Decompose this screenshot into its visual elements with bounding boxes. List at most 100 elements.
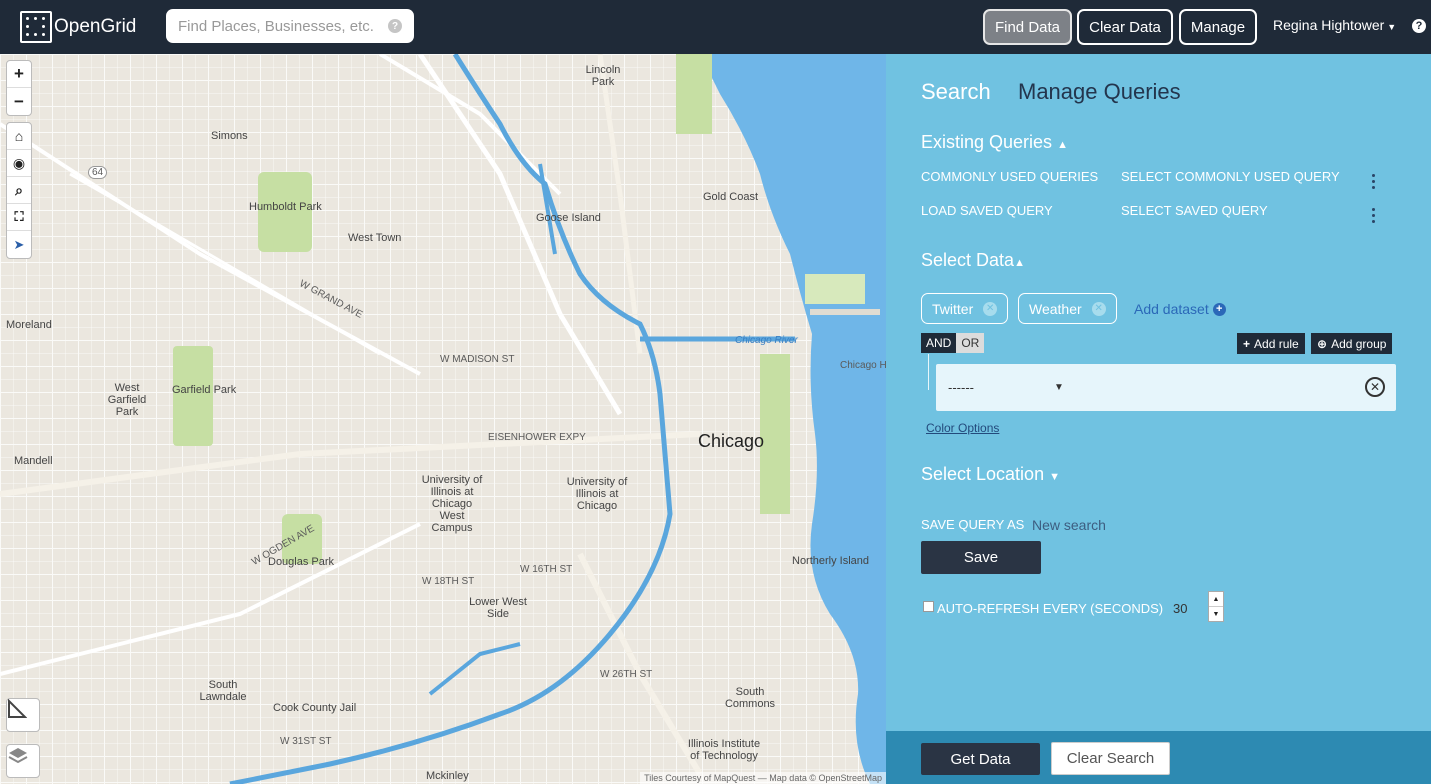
- zoom-out-button[interactable]: −: [7, 88, 31, 115]
- zoom-box-icon[interactable]: ⌕: [7, 177, 31, 204]
- manage-button[interactable]: Manage: [1179, 9, 1257, 45]
- or-button[interactable]: OR: [956, 333, 985, 353]
- measure-icon[interactable]: [6, 698, 40, 732]
- locate-icon[interactable]: ◉: [7, 150, 31, 177]
- auto-refresh-checkbox[interactable]: [923, 601, 934, 612]
- get-data-button[interactable]: Get Data: [921, 743, 1040, 775]
- add-dataset-label: Add dataset: [1134, 301, 1209, 317]
- map-label-goose-island: Goose Island: [536, 212, 601, 224]
- stepper-up-icon[interactable]: ▲: [1209, 592, 1223, 607]
- map-label-lower-west-side: Lower West Side: [469, 596, 527, 620]
- map-label-w-18th: W 18TH ST: [422, 576, 475, 587]
- plus-icon: +: [1243, 336, 1251, 351]
- commonly-used-select[interactable]: SELECT COMMONLY USED QUERY: [1121, 169, 1340, 184]
- clear-search-button[interactable]: Clear Search: [1051, 742, 1170, 775]
- existing-queries-title: Existing Queries: [921, 132, 1053, 152]
- add-group-button[interactable]: ⊕ Add group: [1311, 333, 1393, 354]
- lincoln-park-area: [676, 54, 712, 134]
- user-menu[interactable]: Regina Hightower ▼: [1273, 17, 1396, 33]
- map-label-moreland: Moreland: [6, 319, 52, 331]
- layers-icon[interactable]: [6, 744, 40, 778]
- map-label-mckinley: Mckinley: [426, 770, 469, 782]
- and-or-toggle: AND OR: [921, 333, 985, 353]
- commonly-used-menu-icon[interactable]: [1372, 174, 1376, 192]
- place-search-input[interactable]: [178, 17, 388, 35]
- find-data-button[interactable]: Find Data: [983, 9, 1072, 45]
- home-icon[interactable]: ⌂: [7, 123, 31, 150]
- stepper-down-icon[interactable]: ▼: [1209, 607, 1223, 621]
- remove-rule-icon[interactable]: ✕: [1365, 377, 1385, 397]
- rule-row: ------ ▼ ✕: [936, 364, 1396, 411]
- map-tool-controls: ⌂ ◉ ⌕ ⛶ ➤: [6, 122, 32, 259]
- clear-data-button[interactable]: Clear Data: [1077, 9, 1173, 45]
- rule-connector: [928, 354, 929, 390]
- add-rule-label: Add rule: [1254, 336, 1299, 351]
- help-icon[interactable]: ?: [1412, 19, 1426, 33]
- chevron-up-icon: ▲: [1014, 257, 1025, 269]
- dataset-chip-label: Twitter: [932, 300, 974, 317]
- chevron-up-icon: ▲: [1057, 139, 1068, 151]
- dataset-chip-twitter: Twitter ✕: [921, 293, 1009, 324]
- map-label-south-commons: South Commons: [724, 686, 776, 710]
- select-location-toggle[interactable]: Select Location ▼: [921, 464, 1060, 485]
- map-label-chicago: Chicago: [698, 431, 765, 451]
- saved-query-menu-icon[interactable]: [1372, 208, 1376, 226]
- map-label-uic: University of Illinois at Chicago: [566, 476, 628, 512]
- fullscreen-icon[interactable]: ⛶: [7, 204, 31, 231]
- grant-park-area: [760, 354, 790, 514]
- garfield-park-area: [173, 346, 213, 446]
- tab-manage-queries[interactable]: Manage Queries: [1018, 79, 1181, 105]
- add-rule-button[interactable]: + Add rule: [1237, 333, 1305, 354]
- commonly-used-label: COMMONLY USED QUERIES: [921, 169, 1099, 184]
- caret-down-icon[interactable]: ▼: [1054, 382, 1064, 393]
- brand[interactable]: OpenGrid: [20, 11, 136, 43]
- map-label-mandell: Mandell: [14, 455, 53, 467]
- map-label-w-31st: W 31ST ST: [280, 736, 332, 747]
- auto-refresh-value[interactable]: 30: [1173, 601, 1187, 616]
- auto-refresh-stepper: ▲ ▼: [1208, 591, 1224, 622]
- existing-queries-toggle[interactable]: Existing Queries ▲: [921, 132, 1068, 153]
- map-label-humboldt-park: Humboldt Park: [249, 201, 322, 213]
- dataset-chip-label: Weather: [1029, 300, 1082, 317]
- zoom-controls: + −: [6, 60, 32, 116]
- map-label-west-garfield-park: West Garfield Park: [107, 382, 147, 418]
- map-label-cook-county-jail: Cook County Jail: [273, 702, 357, 714]
- map-label-chicago-harbor: Chicago H: [840, 360, 886, 371]
- map-label-simons: Simons: [211, 130, 248, 142]
- map-label-northerly-island: Northerly Island: [792, 555, 870, 567]
- top-navbar: OpenGrid ? Find Data Clear Data Manage R…: [0, 0, 1431, 54]
- map-label-garfield-park: Garfield Park: [172, 384, 237, 396]
- place-search-box: ?: [166, 9, 414, 43]
- map-label-uic-west: University of Illinois at Chicago West C…: [421, 474, 483, 534]
- save-query-input[interactable]: New search: [1032, 517, 1106, 533]
- map-label-eisenhower: EISENHOWER EXPY: [488, 432, 586, 443]
- map-label-west-town: West Town: [348, 232, 402, 244]
- select-data-toggle[interactable]: Select Data▲: [921, 250, 1025, 271]
- rule-field-select[interactable]: ------: [948, 380, 974, 395]
- dataset-chip-weather: Weather ✕: [1018, 293, 1117, 324]
- remove-dataset-icon[interactable]: ✕: [1091, 301, 1106, 316]
- plus-circle-icon: +: [1212, 302, 1226, 316]
- map-attribution: Tiles Courtesy of MapQuest — Map data © …: [640, 772, 886, 784]
- map-label-douglas-park: Douglas Park: [268, 556, 335, 568]
- color-options-link[interactable]: Color Options: [926, 421, 999, 435]
- saved-query-select[interactable]: SELECT SAVED QUERY: [1121, 203, 1268, 218]
- map-view[interactable]: Chicago Lincoln Park Gold Coast Goose Is…: [0, 54, 886, 784]
- save-button[interactable]: Save: [921, 541, 1041, 574]
- add-dataset-link[interactable]: Add dataset +: [1134, 301, 1226, 317]
- navy-pier: [810, 309, 880, 315]
- remove-dataset-icon[interactable]: ✕: [983, 301, 998, 316]
- map-canvas: [0, 54, 886, 784]
- saved-query-label: LOAD SAVED QUERY: [921, 203, 1053, 218]
- opengrid-logo-icon: [20, 11, 52, 43]
- map-label-gold-coast: Gold Coast: [703, 191, 759, 203]
- search-help-icon[interactable]: ?: [388, 19, 402, 33]
- select-location-title: Select Location: [921, 464, 1045, 484]
- navigate-icon[interactable]: ➤: [7, 231, 31, 258]
- zoom-in-button[interactable]: +: [7, 61, 31, 88]
- tab-search[interactable]: Search: [921, 79, 991, 105]
- and-button[interactable]: AND: [921, 333, 957, 353]
- panel-footer: Get Data Clear Search: [886, 731, 1431, 784]
- map-label-chicago-river: Chicago River: [735, 335, 798, 346]
- brand-name: OpenGrid: [54, 16, 137, 37]
